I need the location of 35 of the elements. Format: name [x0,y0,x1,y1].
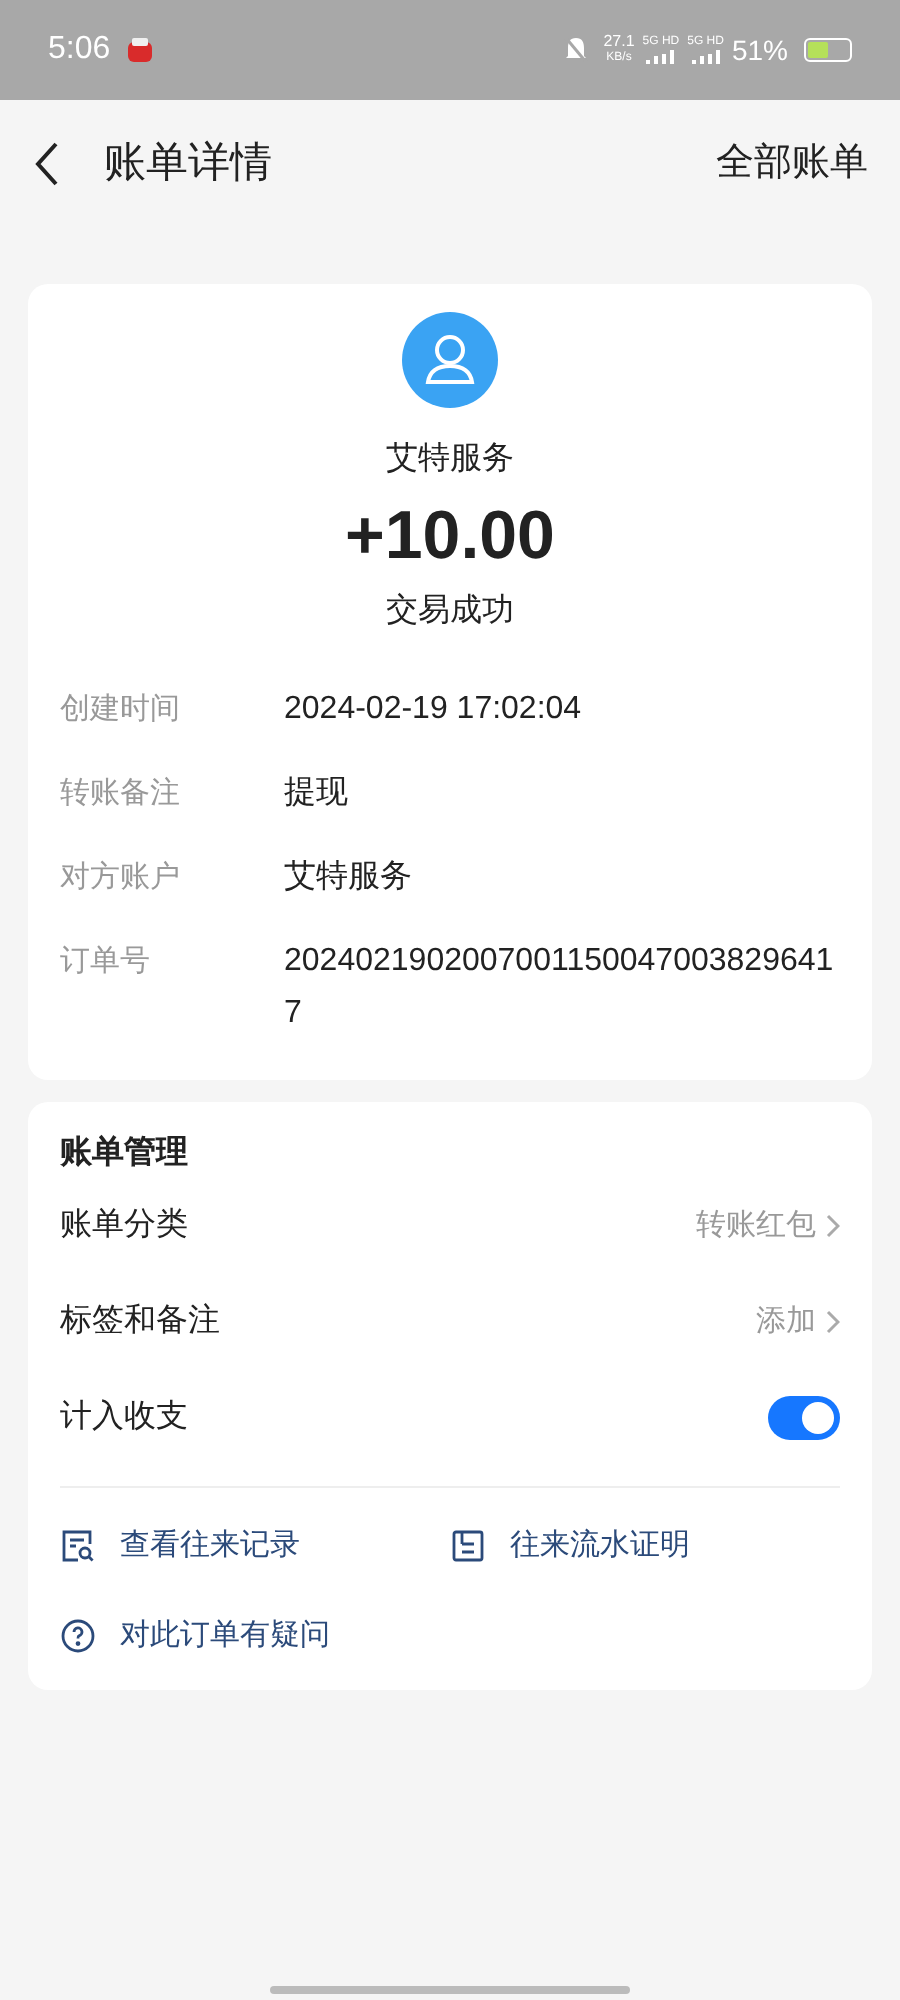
question-icon [60,1617,96,1654]
link-button[interactable]: 对此订单有疑问 [60,1613,450,1658]
detail-label: 订单号 [60,942,152,982]
page-title: 账单详情 [104,138,272,191]
clock: 5:06 [48,30,111,70]
network-speed: 27.1 [603,34,635,50]
detail-label: 创建时间 [60,690,182,730]
toggle-switch[interactable] [768,1396,840,1440]
detail-value: 2024-02-19 17:02:04 [284,690,584,730]
battery-icon [804,38,852,62]
detail-value: 提现 [284,774,350,814]
transaction-status: 交易成功 [386,591,514,632]
mute-icon [563,36,588,64]
notification-icon [126,36,155,64]
amount: +10.00 [345,496,555,576]
chevron-icon [824,1310,840,1334]
setting-label: 账单分类 [60,1205,188,1246]
avatar-icon [402,312,498,408]
document-icon [450,1528,486,1565]
detail-label: 转账备注 [60,774,182,814]
battery-percent: 51% [731,31,788,69]
detail-value: 20240219020070011500470038296417 [284,942,836,1034]
link-button[interactable]: 往来流水证明 [450,1524,840,1569]
detail-value: 艾特服务 [284,858,414,898]
chevron-icon [824,1214,840,1238]
signal-icon [644,50,677,64]
section-title: 账单管理 [60,1133,190,1174]
detail-label: 对方账户 [60,858,182,898]
record-search-icon [60,1528,96,1565]
setting-label: 标签和备注 [60,1301,220,1342]
signal-icon [689,50,722,64]
setting-label: 计入收支 [60,1397,188,1438]
payer-name: 艾特服务 [386,440,514,480]
link-button[interactable]: 查看往来记录 [60,1524,450,1569]
all-bills-link[interactable]: 全部账单 [716,135,868,193]
